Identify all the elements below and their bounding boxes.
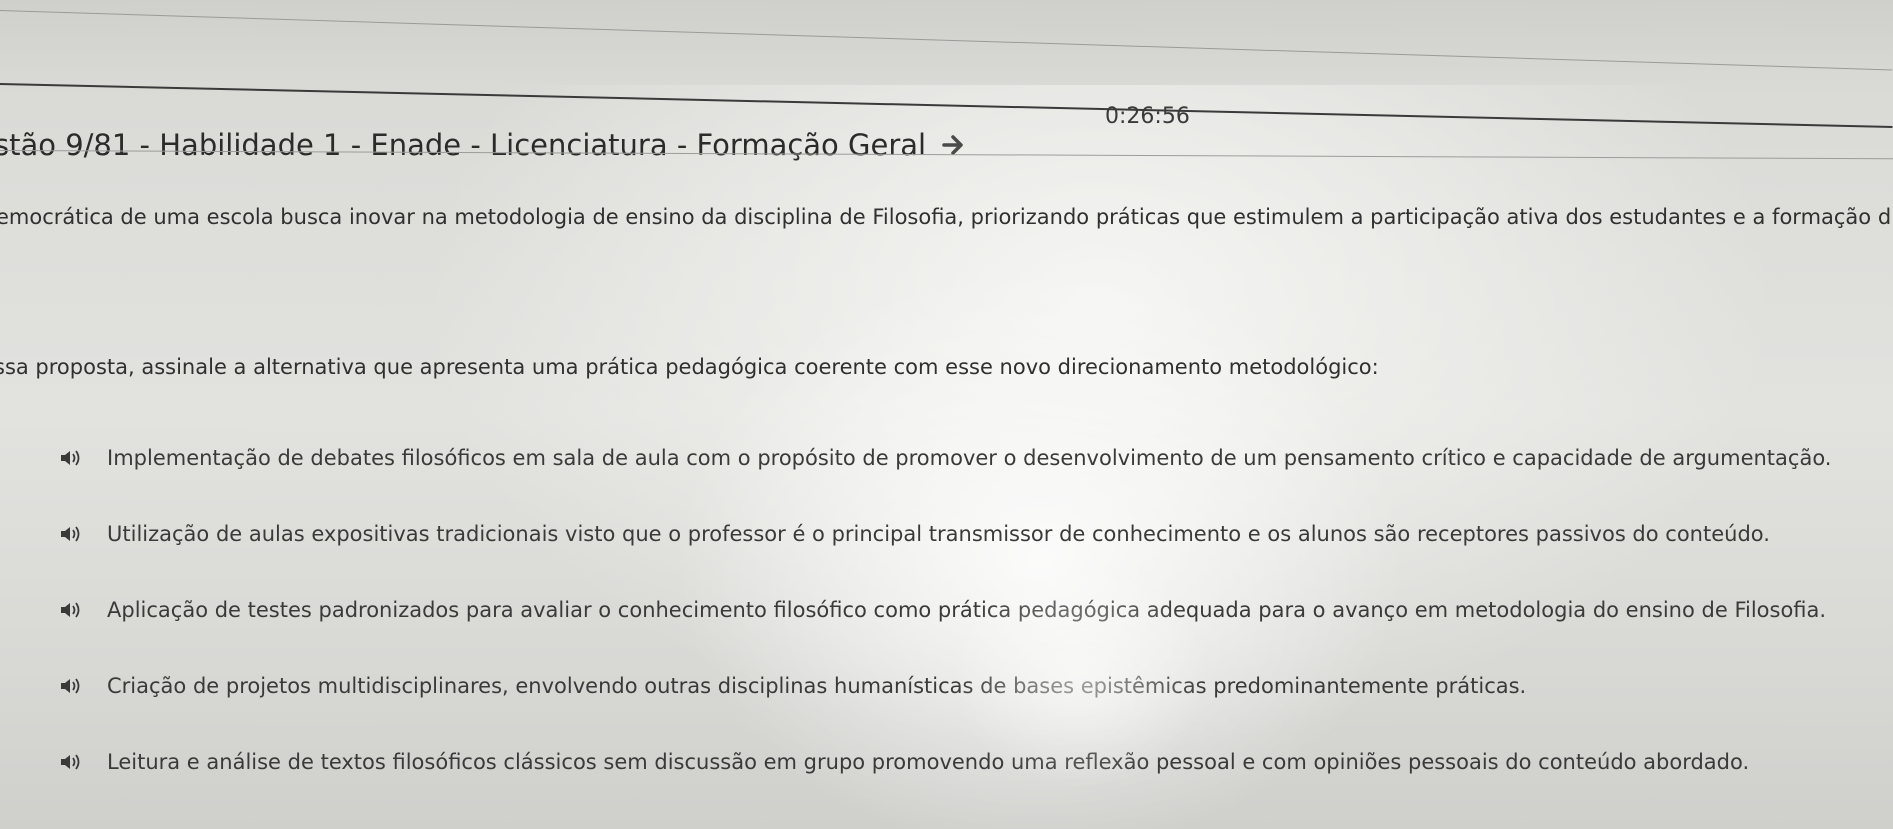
option-e[interactable]: Leitura e análise de textos filosóficos … xyxy=(0,724,1893,800)
option-text: Implementação de debates filosóficos em … xyxy=(107,446,1832,470)
question-stem: emocrática de uma escola busca inovar na… xyxy=(0,205,1892,229)
header-divider xyxy=(0,83,1893,128)
option-text: Utilização de aulas expositivas tradicio… xyxy=(107,522,1770,546)
option-a[interactable]: Implementação de debates filosóficos em … xyxy=(0,420,1893,496)
question-header: stão 9/81 - Habilidade 1 - Enade - Licen… xyxy=(0,128,968,162)
answer-options: Implementação de debates filosóficos em … xyxy=(0,420,1893,800)
speaker-icon[interactable] xyxy=(60,753,82,771)
option-text: Criação de projetos multidisciplinares, … xyxy=(107,674,1527,698)
top-bar xyxy=(0,0,1893,85)
question-prompt: ssa proposta, assinale a alternativa que… xyxy=(0,355,1379,379)
option-text: Aplicação de testes padronizados para av… xyxy=(107,598,1827,622)
speaker-icon[interactable] xyxy=(60,449,82,467)
option-d[interactable]: Criação de projetos multidisciplinares, … xyxy=(0,648,1893,724)
option-b[interactable]: Utilização de aulas expositivas tradicio… xyxy=(0,496,1893,572)
question-title: stão 9/81 - Habilidade 1 - Enade - Licen… xyxy=(0,128,927,162)
speaker-icon[interactable] xyxy=(60,525,82,543)
option-text: Leitura e análise de textos filosóficos … xyxy=(107,750,1750,774)
speaker-icon[interactable] xyxy=(60,677,82,695)
option-c[interactable]: Aplicação de testes padronizados para av… xyxy=(0,572,1893,648)
timer: 0:26:56 xyxy=(1105,104,1190,129)
speaker-icon[interactable] xyxy=(60,601,82,619)
